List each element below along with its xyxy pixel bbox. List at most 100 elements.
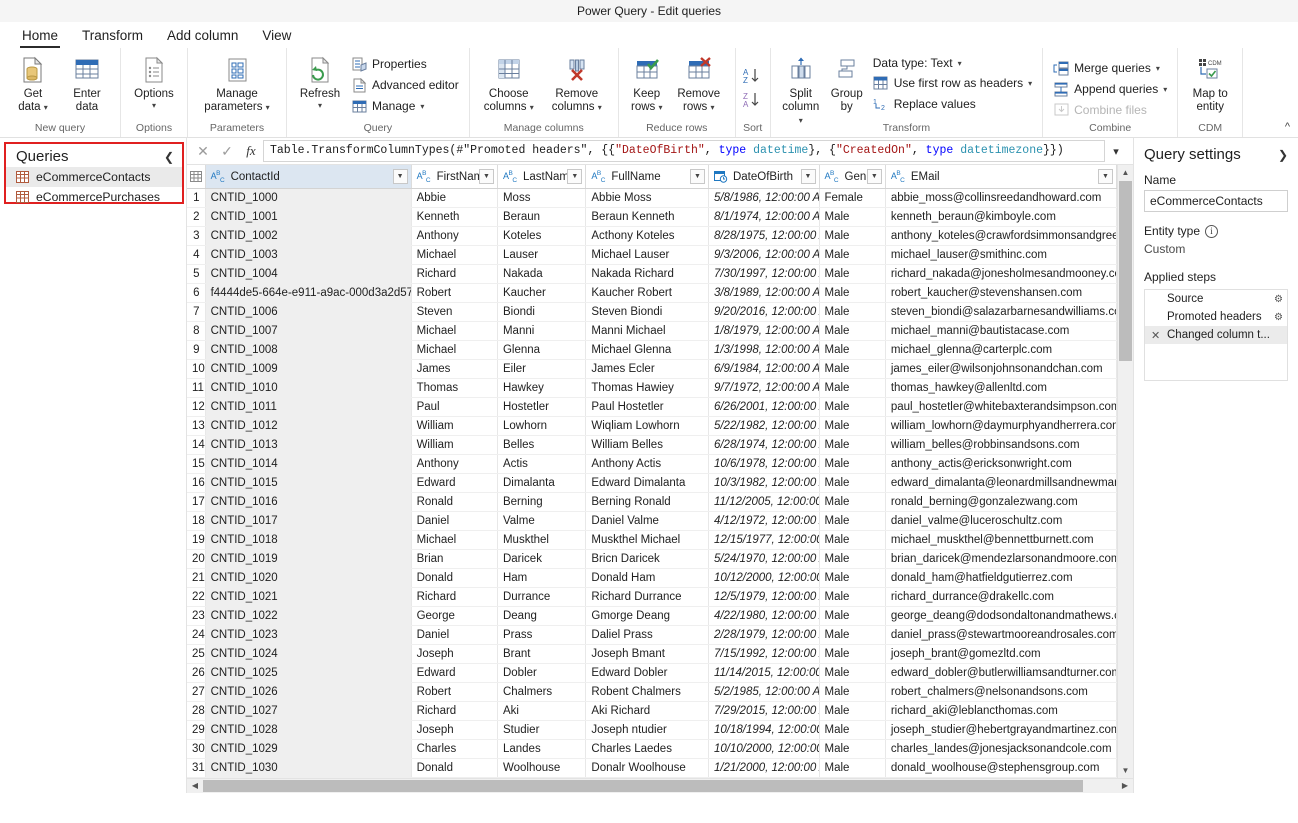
cell-email[interactable]: thomas_hawkey@allenltd.com — [885, 378, 1118, 398]
table-row[interactable]: 16 CNTID_1015 Edward Dimalanta Edward Dimala… — [187, 473, 1118, 493]
group-by-button[interactable]: Group by — [825, 52, 869, 114]
cell-firstname[interactable]: William — [411, 435, 498, 455]
table-row[interactable]: 12 CNTID_1011 Paul Hostetler Paul Hostetler 6… — [187, 397, 1118, 417]
cell-gender[interactable]: Male — [819, 245, 886, 265]
cell-gender[interactable]: Male — [819, 492, 886, 512]
cell-firstname[interactable]: Steven — [411, 302, 498, 322]
vertical-scrollbar[interactable]: ▲ ▼ — [1117, 165, 1133, 778]
cell-lastname[interactable]: Moss — [497, 188, 587, 208]
cell-fullname[interactable]: Daniel Valme — [585, 511, 709, 531]
cell-email[interactable]: william_lowhorn@daymurphyandherrera.com — [885, 416, 1118, 436]
table-row[interactable]: 5 CNTID_1004 Richard Nakada Nakada Richard 7/… — [187, 264, 1118, 284]
row-number[interactable]: 23 — [187, 606, 206, 626]
cell-fullname[interactable]: Daliel Prass — [585, 625, 709, 645]
cell-contactid[interactable]: CNTID_1004 — [205, 264, 412, 284]
cell-dateofbirth[interactable]: 5/8/1986, 12:00:00 AM — [708, 188, 820, 208]
cell-contactid[interactable]: CNTID_1030 — [205, 758, 412, 778]
table-row[interactable]: 25 CNTID_1024 Joseph Brant Joseph Bmant 7/15/… — [187, 644, 1118, 664]
table-row[interactable]: 30 CNTID_1029 Charles Landes Charles Laedes 1… — [187, 739, 1118, 759]
row-number[interactable]: 13 — [187, 416, 206, 436]
cell-firstname[interactable]: Brian — [411, 549, 498, 569]
cell-firstname[interactable]: Paul — [411, 397, 498, 417]
sort-descending-button[interactable]: Z A — [742, 91, 764, 109]
row-number[interactable]: 5 — [187, 264, 206, 284]
replace-values-button[interactable]: 1 2 Replace values — [869, 94, 1036, 114]
table-row[interactable]: 2 CNTID_1001 Kenneth Beraun Beraun Kenneth 8/… — [187, 207, 1118, 227]
cell-dateofbirth[interactable]: 12/15/1977, 12:00:00 ... — [708, 530, 820, 550]
table-row[interactable]: 7 CNTID_1006 Steven Biondi Steven Biondi 9/20… — [187, 302, 1118, 322]
cell-firstname[interactable]: Robert — [411, 682, 498, 702]
cell-firstname[interactable]: Abbie — [411, 188, 498, 208]
merge-queries-button[interactable]: Merge queries ▾ — [1049, 58, 1171, 78]
delete-step-icon[interactable]: ✕ — [1151, 329, 1162, 342]
cell-fullname[interactable]: Muskthel Michael — [585, 530, 709, 550]
cell-firstname[interactable]: George — [411, 606, 498, 626]
cell-lastname[interactable]: Hostetler — [497, 397, 587, 417]
cell-email[interactable]: george_deang@dodsondaltonandmathews.com — [885, 606, 1118, 626]
table-row[interactable]: 13 CNTID_1012 William Lowhorn Wiqliam Lowhor… — [187, 416, 1118, 436]
cell-gender[interactable]: Male — [819, 264, 886, 284]
sort-ascending-button[interactable]: A Z — [742, 67, 764, 85]
cell-firstname[interactable]: William — [411, 416, 498, 436]
cell-email[interactable]: abbie_moss@collinsreedandhoward.com — [885, 188, 1118, 208]
column-header-contactid[interactable]: ABC ContactId ▼ — [205, 165, 412, 189]
cell-contactid[interactable]: CNTID_1027 — [205, 701, 412, 721]
cell-dateofbirth[interactable]: 4/22/1980, 12:00:00 AM — [708, 606, 820, 626]
cell-gender[interactable]: Male — [819, 701, 886, 721]
cell-lastname[interactable]: Koteles — [497, 226, 587, 246]
cell-fullname[interactable]: William Belles — [585, 435, 709, 455]
cell-email[interactable]: edward_dimalanta@leonardmillsandnewman.c… — [885, 473, 1118, 493]
row-number[interactable]: 25 — [187, 644, 206, 664]
cell-fullname[interactable]: Edward Dobler — [585, 663, 709, 683]
cell-contactid[interactable]: CNTID_1002 — [205, 226, 412, 246]
check-icon[interactable]: ✓ — [215, 143, 239, 160]
cell-dateofbirth[interactable]: 8/28/1975, 12:00:00 AM — [708, 226, 820, 246]
cell-lastname[interactable]: Durrance — [497, 587, 587, 607]
cell-contactid[interactable]: CNTID_1000 — [205, 188, 412, 208]
cell-gender[interactable]: Male — [819, 207, 886, 227]
cell-lastname[interactable]: Dobler — [497, 663, 587, 683]
cell-firstname[interactable]: Edward — [411, 473, 498, 493]
cell-lastname[interactable]: Kaucher — [497, 283, 587, 303]
cell-gender[interactable]: Male — [819, 720, 886, 740]
cell-gender[interactable]: Male — [819, 587, 886, 607]
cell-email[interactable]: anthony_actis@ericksonwright.com — [885, 454, 1118, 474]
table-row[interactable]: 6 f4444de5-664e-e911-a9ac-000d3a2d57... Ro… — [187, 283, 1118, 303]
cell-gender[interactable]: Male — [819, 530, 886, 550]
select-all-corner[interactable] — [187, 165, 206, 189]
keep-rows-button[interactable]: Keep rows ▾ — [625, 52, 669, 114]
cell-contactid[interactable]: CNTID_1012 — [205, 416, 412, 436]
cell-gender[interactable]: Male — [819, 625, 886, 645]
cell-firstname[interactable]: Joseph — [411, 720, 498, 740]
cell-dateofbirth[interactable]: 5/2/1985, 12:00:00 AM — [708, 682, 820, 702]
cell-dateofbirth[interactable]: 6/28/1974, 12:00:00 AM — [708, 435, 820, 455]
cell-contactid[interactable]: CNTID_1029 — [205, 739, 412, 759]
row-number[interactable]: 9 — [187, 340, 206, 360]
table-row[interactable]: 3 CNTID_1002 Anthony Koteles Acthony Koteles… — [187, 226, 1118, 246]
manage-parameters-button[interactable]: Manage parameters ▾ — [194, 52, 280, 114]
tab-transform[interactable]: Transform — [70, 26, 155, 48]
filter-button-gender[interactable]: ▼ — [866, 169, 882, 185]
cell-dateofbirth[interactable]: 3/8/1989, 12:00:00 AM — [708, 283, 820, 303]
cell-gender[interactable]: Male — [819, 302, 886, 322]
cell-fullname[interactable]: Charles Laedes — [585, 739, 709, 759]
filter-button-lastname[interactable]: ▼ — [567, 169, 583, 185]
split-column-button[interactable]: Split column ▾ — [777, 52, 825, 127]
table-row[interactable]: 29 CNTID_1028 Joseph Studier Joseph ntudier 1… — [187, 720, 1118, 740]
cell-contactid[interactable]: CNTID_1022 — [205, 606, 412, 626]
cell-email[interactable]: edward_dobler@butlerwilliamsandturner.co… — [885, 663, 1118, 683]
cell-dateofbirth[interactable]: 5/24/1970, 12:00:00 AM — [708, 549, 820, 569]
cell-fullname[interactable]: Thomas Hawiey — [585, 378, 709, 398]
cell-email[interactable]: charles_landes@jonesjacksonandcole.com — [885, 739, 1118, 759]
cell-gender[interactable]: Male — [819, 454, 886, 474]
cell-fullname[interactable]: Bricn Daricek — [585, 549, 709, 569]
cell-contactid[interactable]: CNTID_1011 — [205, 397, 412, 417]
table-row[interactable]: 1 CNTID_1000 Abbie Moss Abbie Moss 5/8/1986, … — [187, 188, 1118, 208]
cell-gender[interactable]: Male — [819, 511, 886, 531]
table-row[interactable]: 10 CNTID_1009 James Eiler James Ecler 6/9/198… — [187, 359, 1118, 379]
ribbon-collapse-button[interactable]: ^ — [1285, 121, 1290, 133]
advanced-editor-button[interactable]: Advanced editor — [347, 75, 463, 95]
cell-contactid[interactable]: CNTID_1028 — [205, 720, 412, 740]
cell-gender[interactable]: Male — [819, 606, 886, 626]
column-header-fullname[interactable]: ABC FullName ▼ — [585, 165, 709, 189]
